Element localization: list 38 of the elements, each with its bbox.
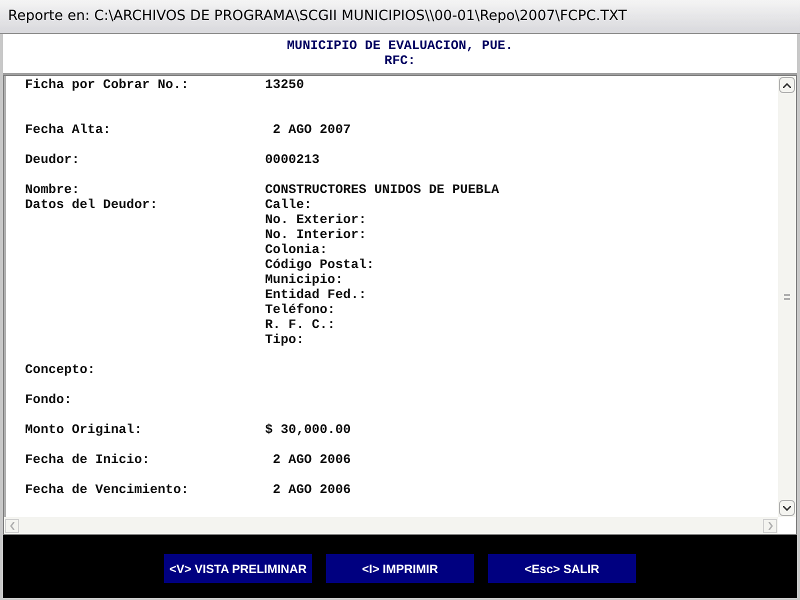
field-value: Municipio: [265,271,344,288]
field-label: Deudor: [25,152,80,167]
field-value: 2 AGO 2006 [272,450,351,469]
window-title: Reporte en: C:\ARCHIVOS DE PROGRAMA\SCGII MUNICIPIOS\\00-01\Repo\2007\FCPC.TXT [8,7,627,26]
field-value: No. Exterior: [265,210,366,228]
scroll-left-icon[interactable] [5,518,19,532]
action-button[interactable]: <I> IMPRIMIR [326,554,474,583]
field-value: 2 AGO 2006 [272,480,351,499]
field-value: 2 AGO 2007 [272,120,351,139]
field-value: Colonia: [265,240,328,258]
field-value: Calle: [265,196,312,214]
field-label: Nombre: [25,182,80,197]
field-value: 13250 [265,76,304,94]
report-heading: RFC: [384,53,416,68]
action-button[interactable]: <V> VISTA PRELIMINAR [164,554,312,583]
field-value: Código Postal: [265,256,374,274]
field-label: Fecha de Vencimiento: [25,482,189,497]
field-label: Fecha de Inicio: [25,452,150,467]
field-value: CONSTRUCTORES UNIDOS DE PUEBLA [265,180,500,198]
action-button[interactable]: <Esc> SALIR [488,554,636,583]
field-label: Monto Original: [25,422,142,437]
scroll-grip-icon[interactable] [784,294,790,300]
horizontal-scrollbar[interactable] [4,517,778,534]
field-value: Tipo: [265,330,304,349]
field-label: Ficha por Cobrar No.: [25,76,189,92]
report-heading: MUNICIPIO DE EVALUACION, PUE. [286,38,514,53]
scroll-right-icon[interactable] [763,518,777,532]
scroll-down-icon[interactable] [779,500,795,516]
field-value: $ 30,000.00 [265,420,351,439]
field-label: Fondo: [25,392,72,407]
field-value: Entidad Fed.: [265,286,366,303]
field-value: 0000213 [265,150,320,169]
vertical-scrollbar[interactable] [778,76,796,517]
scroll-up-icon[interactable] [779,77,795,93]
field-label: Fecha Alta: [25,122,111,137]
field-label: Concepto: [25,362,96,377]
field-label: Datos del Deudor: [25,196,158,212]
field-value: No. Interior: [265,226,366,244]
